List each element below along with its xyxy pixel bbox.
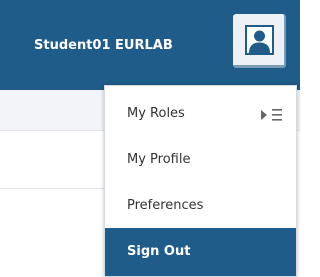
user-dropdown-menu: My Roles My Profile Preferences Sign Out (104, 85, 297, 277)
menu-item-label: My Profile (127, 152, 191, 167)
menu-item-preferences[interactable]: Preferences (105, 184, 296, 228)
menu-item-label: My Roles (127, 106, 185, 121)
menu-item-my-profile[interactable]: My Profile (105, 138, 296, 182)
submenu-list-icon (260, 107, 284, 121)
user-menu-button[interactable] (233, 14, 286, 68)
username-label: Student01 EURLAB (34, 38, 173, 53)
menu-item-label: Preferences (127, 198, 204, 213)
user-avatar-icon (245, 25, 274, 55)
top-bar: Student01 EURLAB (0, 0, 300, 90)
content-divider (0, 188, 104, 189)
menu-item-sign-out[interactable]: Sign Out (105, 228, 296, 276)
menu-item-label: Sign Out (127, 244, 191, 259)
menu-item-my-roles[interactable]: My Roles (105, 92, 296, 136)
